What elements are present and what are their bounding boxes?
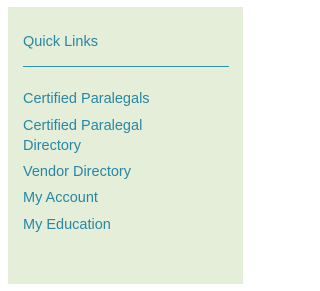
list-item: Certified Paralegal Directory bbox=[23, 116, 183, 156]
link-my-account[interactable]: My Account bbox=[23, 188, 183, 208]
quick-links-title: Quick Links bbox=[23, 34, 98, 50]
link-certified-paralegal-directory[interactable]: Certified Paralegal Directory bbox=[23, 116, 183, 156]
list-item: My Education bbox=[23, 215, 183, 235]
list-item: Vendor Directory bbox=[23, 162, 183, 182]
quick-links-panel: Quick Links Certified Paralegals Certifi… bbox=[8, 7, 243, 284]
link-vendor-directory[interactable]: Vendor Directory bbox=[23, 162, 183, 182]
link-certified-paralegals[interactable]: Certified Paralegals bbox=[23, 89, 183, 109]
quick-links-list: Certified Paralegals Certified Paralegal… bbox=[23, 89, 183, 235]
title-divider bbox=[23, 66, 229, 67]
link-my-education[interactable]: My Education bbox=[23, 215, 183, 235]
list-item: My Account bbox=[23, 188, 183, 208]
list-item: Certified Paralegals bbox=[23, 89, 183, 109]
